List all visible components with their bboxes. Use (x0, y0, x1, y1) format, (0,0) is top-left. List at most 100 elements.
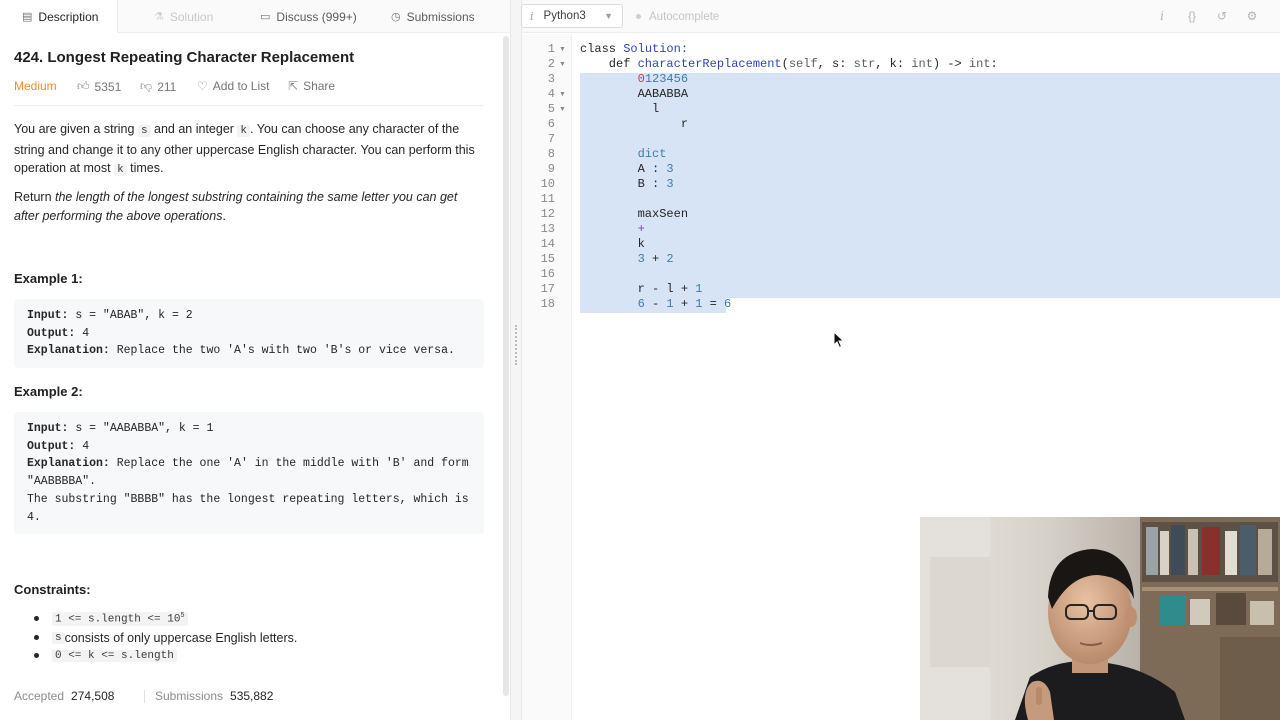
line-number: 15 (540, 252, 555, 266)
tab-submissions[interactable]: ◷ Submissions (391, 0, 475, 33)
line-number: 12 (540, 207, 555, 221)
reset-icon[interactable]: ↺ (1214, 8, 1230, 24)
example-line: 4. (27, 510, 41, 524)
code-line: class Solution: (580, 42, 689, 56)
autocomplete-label: Autocomplete (649, 10, 720, 23)
braces-icon[interactable]: {} (1184, 8, 1200, 24)
tab-solution[interactable]: ⚗ Solution (154, 0, 213, 33)
example-line: Explanation: Replace the one 'A' in the … (27, 457, 469, 471)
example-line: Input: s = "ABAB", k = 2 (27, 309, 193, 322)
tab-label: Description (38, 9, 99, 24)
tab-label: Solution (169, 9, 214, 24)
code-line: + (637, 222, 645, 236)
line-number: 16 (540, 267, 555, 281)
pane-splitter[interactable] (510, 0, 522, 720)
chevron-down-icon: ▼ (604, 11, 613, 21)
line-number: 11 (540, 192, 555, 206)
mouse-cursor-icon (833, 331, 845, 349)
example-2-block: Input: s = "AABABBA", k = 1 Output: 4 Ex… (14, 412, 484, 534)
discuss-icon: ▭ (260, 11, 271, 23)
accepted-stat: Accepted 274,508 (14, 689, 115, 703)
webcam-video (920, 517, 1280, 720)
dislike-button[interactable]: 👎︎ 211 (140, 79, 176, 94)
settings-icon[interactable]: ⚙ (1244, 8, 1260, 24)
code-line: 0123456 (637, 72, 689, 86)
code-line: A : 3 (580, 162, 674, 176)
example-line: Input: s = "AABABBA", k = 1 (27, 422, 214, 435)
fold-chevron-icon[interactable]: ▼ (559, 102, 566, 117)
fold-chevron-icon[interactable]: ▼ (559, 57, 566, 72)
share-button[interactable]: ⇱ Share (288, 79, 335, 93)
divider (14, 105, 484, 106)
constraints-list: 1 <= s.length <= 105 s consists of only … (34, 610, 492, 666)
add-to-list-label: Add to List (212, 79, 270, 93)
example-line: The substring "BBBB" has the longest rep… (27, 492, 469, 506)
code-line: 3 + 2 (637, 252, 674, 266)
info-icon[interactable]: i (1154, 8, 1170, 24)
problem-pane: ▤ Description ⚗ Solution ▭ Discuss (999+… (0, 0, 510, 720)
code-line: maxSeen (580, 207, 689, 221)
share-label: Share (303, 79, 336, 93)
line-number: 5 (547, 102, 555, 116)
example-line: Output: 4 (27, 326, 90, 340)
example-line: Output: 4 (27, 439, 90, 453)
constraint-item: 0 <= k <= s.length (34, 647, 492, 666)
problem-title: 424. Longest Repeating Character Replace… (14, 49, 355, 66)
dislike-count: 211 (157, 79, 177, 94)
example-2-heading: Example 2: (14, 384, 83, 399)
tab-label: Discuss (999+) (276, 9, 357, 24)
code-line: k (580, 237, 645, 251)
problem-paragraph-1: You are given a string s and an integer … (14, 122, 475, 176)
info-icon: i (530, 9, 534, 23)
problem-paragraph-2: Return the length of the longest substri… (14, 190, 458, 223)
add-to-list-button[interactable]: ♡ Add to List (197, 79, 269, 93)
code-line: dict (637, 147, 667, 161)
solution-icon: ⚗ (154, 11, 164, 23)
share-icon: ⇱ (288, 79, 299, 93)
example-1-block: Input: s = "ABAB", k = 2 Output: 4 Expla… (14, 299, 484, 368)
language-value: Python3 (543, 10, 586, 22)
example-1-heading: Example 1: (14, 271, 83, 286)
line-number: 2 (547, 57, 555, 71)
line-number: 14 (540, 237, 555, 251)
problem-meta: Medium 👍︎ 5351 👎︎ 211 ♡ Add to List ⇱ Sh… (14, 79, 484, 95)
constraint-item: s consists of only uppercase English let… (34, 629, 492, 648)
code-line: def characterReplacement(self, s: str, k… (580, 57, 998, 71)
code-line: AABABBA (580, 87, 689, 101)
line-number: 8 (547, 147, 555, 161)
line-number: 10 (540, 177, 555, 191)
heart-icon: ♡ (197, 79, 208, 93)
text-selection (580, 73, 1280, 298)
language-select[interactable]: i Python3 ▼ (521, 4, 623, 28)
line-number: 9 (547, 162, 555, 176)
code-line: l (580, 102, 660, 116)
line-number: 1 (547, 42, 555, 56)
code-line: 6 - 1 + 1 = 6 (637, 297, 732, 311)
like-count: 5351 (94, 79, 122, 94)
code-line: r - l + 1 (580, 282, 703, 296)
difficulty-badge: Medium (14, 79, 57, 93)
stats-separator (144, 690, 145, 703)
drag-handle-icon (515, 325, 517, 365)
like-button[interactable]: 👍︎ 5351 (77, 79, 121, 94)
example-line: Explanation: Replace the two 'A's with t… (27, 344, 455, 358)
problem-stats: Accepted 274,508 Submissions 535,882 (14, 689, 484, 705)
constraint-item: 1 <= s.length <= 105 (34, 610, 492, 629)
submissions-icon: ◷ (391, 11, 401, 23)
fold-chevron-icon[interactable]: ▼ (559, 42, 566, 57)
description-icon: ▤ (22, 11, 33, 23)
line-number: 4 (547, 87, 555, 101)
problem-tabbar: ▤ Description ⚗ Solution ▭ Discuss (999+… (0, 0, 510, 33)
code-line: B : 3 (580, 177, 674, 191)
tab-description[interactable]: ▤ Description (0, 0, 118, 33)
example-line: "AABBBBA". (27, 475, 97, 489)
fold-chevron-icon[interactable]: ▼ (559, 87, 566, 102)
toggle-dot-icon (636, 14, 641, 19)
line-number-gutter: 1 ▼ 2 ▼ 3 4 ▼ 5 ▼ 6 7 8 9 10 11 12 13 14 15 16 17 18 (522, 34, 572, 720)
constraints-heading: Constraints: (14, 582, 91, 597)
line-number: 17 (540, 282, 555, 296)
description-scrollbar[interactable] (503, 36, 509, 696)
autocomplete-toggle[interactable]: Autocomplete (636, 0, 719, 33)
tab-discuss[interactable]: ▭ Discuss (999+) (260, 0, 357, 33)
line-number: 18 (540, 297, 555, 311)
